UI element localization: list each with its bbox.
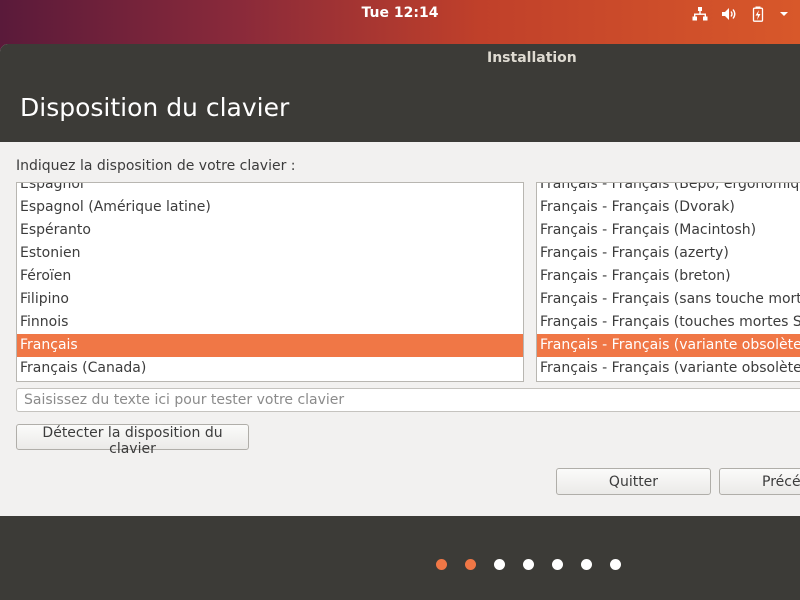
- layout-list-item[interactable]: Finnois: [17, 311, 523, 334]
- detect-layout-button[interactable]: Détecter la disposition du clavier: [16, 424, 249, 457]
- volume-icon[interactable]: [721, 6, 737, 22]
- page-title: Disposition du clavier: [20, 93, 290, 122]
- quit-button[interactable]: Quitter: [556, 468, 711, 495]
- keyboard-test-input[interactable]: [16, 388, 800, 412]
- variant-list-item[interactable]: Français - Français (variante obsolète, …: [537, 357, 800, 380]
- layout-list-item[interactable]: Estonien: [17, 242, 523, 265]
- page-header: Disposition du clavier: [0, 72, 800, 142]
- installer-footer: [0, 516, 800, 600]
- layout-list-item[interactable]: Français (Canada): [17, 357, 523, 380]
- layout-list-item[interactable]: Espéranto: [17, 219, 523, 242]
- clock[interactable]: Tue 12:14: [0, 5, 800, 21]
- layout-list-item[interactable]: Féroïen: [17, 265, 523, 288]
- progress-dot: [581, 559, 592, 570]
- progress-dot: [552, 559, 563, 570]
- variant-list-item[interactable]: Français - Français (sans touche morte S: [537, 288, 800, 311]
- variant-list-item[interactable]: Français - Français (Dvorak): [537, 196, 800, 219]
- layout-list-item[interactable]: Français: [17, 334, 523, 357]
- title-bar[interactable]: Installation: [0, 44, 800, 72]
- variant-list-item[interactable]: Français - Français (Bépo, ergonomique: [537, 183, 800, 196]
- keyboard-variant-list[interactable]: Français - Français (Bépo, ergonomique Fr…: [536, 182, 800, 382]
- window-title: Installation: [487, 50, 577, 66]
- variant-list-item[interactable]: Français - Français (touches mortes Sun: [537, 311, 800, 334]
- progress-dot: [436, 559, 447, 570]
- progress-dot: [610, 559, 621, 570]
- top-panel: Tue 12:14: [0, 0, 800, 28]
- network-icon[interactable]: [692, 6, 708, 22]
- layout-prompt-label: Indiquez la disposition de votre clavier…: [16, 158, 296, 174]
- battery-icon[interactable]: [750, 6, 766, 22]
- system-menu-icon[interactable]: [776, 6, 792, 22]
- layout-list-item[interactable]: Espagnol: [17, 183, 523, 196]
- variant-list-item[interactable]: Français - Français (azerty): [537, 242, 800, 265]
- variant-list-item[interactable]: Français - Français (breton): [537, 265, 800, 288]
- back-button[interactable]: Précé: [719, 468, 800, 495]
- variant-list-item[interactable]: Français - Français (Macintosh): [537, 219, 800, 242]
- layout-list-item[interactable]: Filipino: [17, 288, 523, 311]
- variant-list-item[interactable]: Français - Français (variante obsolète): [537, 334, 800, 357]
- progress-dot: [494, 559, 505, 570]
- progress-dot: [523, 559, 534, 570]
- layout-list-item[interactable]: Espagnol (Amérique latine): [17, 196, 523, 219]
- keyboard-layout-list[interactable]: Espagnol Espagnol (Amérique latine) Espéra…: [16, 182, 524, 382]
- progress-dot: [465, 559, 476, 570]
- installer-window: Installation Disposition du clavier Indi…: [0, 44, 800, 600]
